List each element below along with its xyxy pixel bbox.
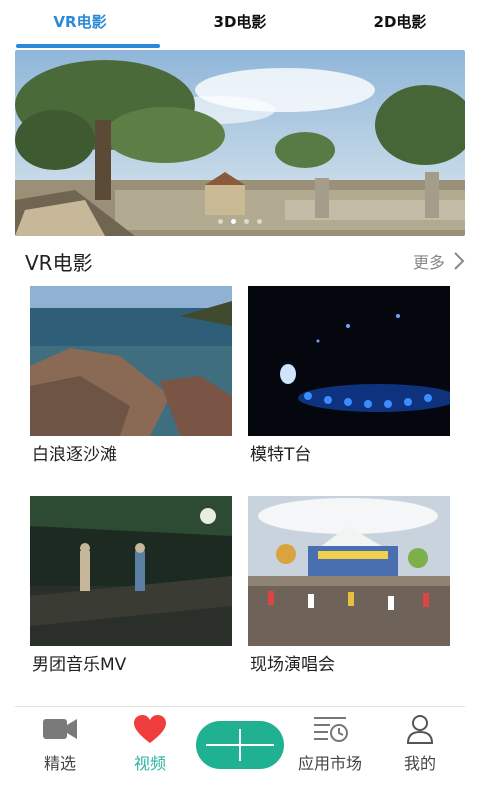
nav-label: 我的 [403,754,436,773]
heart-icon [130,712,170,746]
top-tab-bar: VR电影 3D电影 2D电影 [0,0,480,48]
more-link[interactable]: 更多 [413,249,465,273]
banner-image [15,50,465,236]
pagination-dot[interactable] [244,219,249,224]
section-title: VR电影 [25,250,93,275]
nav-item-app-market[interactable]: 应用市场 [285,706,375,778]
video-thumbnail [30,496,232,646]
section-header: VR电影 更多 [15,244,465,278]
nav-item-featured[interactable]: 精选 [15,706,105,778]
video-title: 白浪逐沙滩 [32,445,117,465]
tab-3d-movies[interactable]: 3D电影 [160,0,320,48]
video-card[interactable]: 白浪逐沙滩 [30,286,232,465]
video-title: 现场演唱会 [250,655,335,675]
video-thumbnail [248,496,450,646]
featured-banner[interactable] [15,50,465,236]
video-thumbnail [30,286,232,436]
video-camera-icon [40,712,80,746]
video-thumbnail [248,286,450,436]
plus-button[interactable] [196,721,284,769]
tab-vr-movies[interactable]: VR电影 [0,0,160,48]
video-card[interactable]: 现场演唱会 [248,496,450,675]
nav-item-videos[interactable]: 视频 [105,706,195,778]
bottom-navigation: 精选 视频 应用市场 我的 [15,706,465,778]
app-list-clock-icon [310,712,350,746]
pagination-dot-active[interactable] [231,219,236,224]
nav-item-mine[interactable]: 我的 [375,706,465,778]
video-card[interactable]: 男团音乐MV [30,496,232,675]
banner-pagination [15,219,465,224]
tab-2d-movies[interactable]: 2D电影 [320,0,480,48]
nav-label: 应用市场 [297,754,362,773]
more-label: 更多 [412,253,445,272]
video-card[interactable]: 模特T台 [248,286,450,465]
person-icon [400,712,440,746]
nav-label: 视频 [133,754,166,773]
nav-label: 精选 [43,754,76,773]
video-title: 男团音乐MV [32,655,127,675]
chevron-right-icon [454,252,465,270]
video-title: 模特T台 [250,445,312,465]
pagination-dot[interactable] [257,219,262,224]
pagination-dot[interactable] [218,219,223,224]
